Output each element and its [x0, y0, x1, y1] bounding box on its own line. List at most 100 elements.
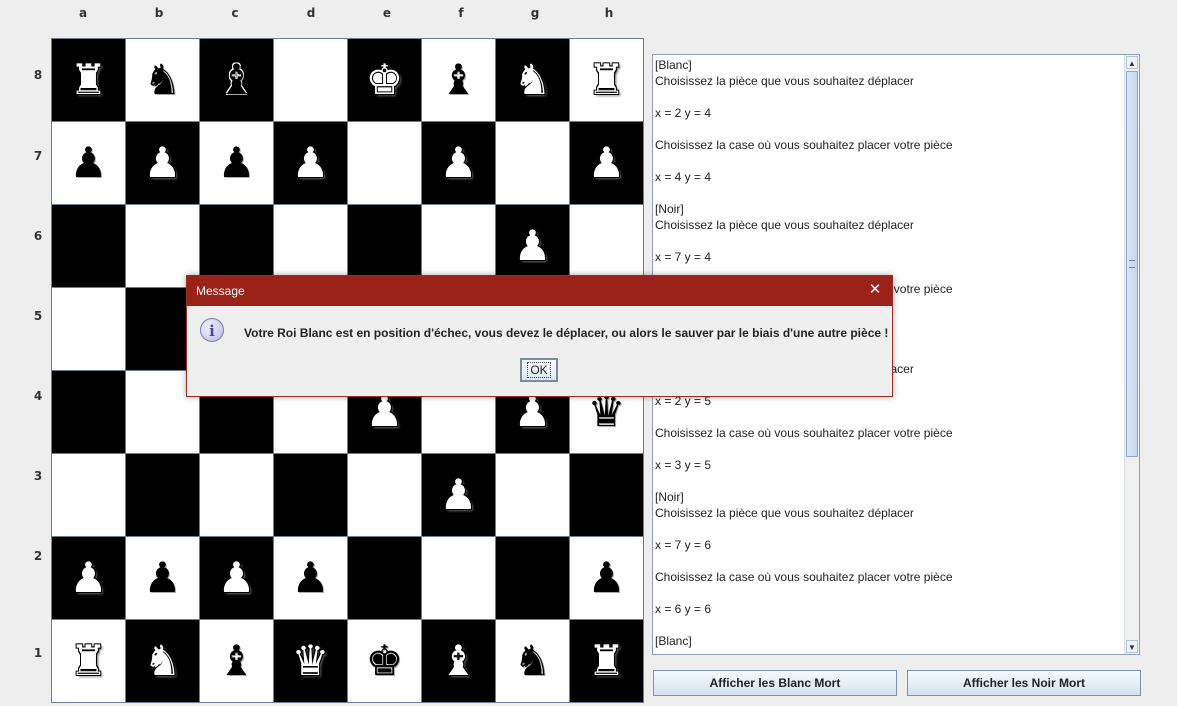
log-line: x = 6 y = 6 [655, 602, 712, 616]
square-c3[interactable] [199, 453, 274, 537]
show-dead-black-button[interactable]: Afficher les Noir Mort [907, 670, 1141, 696]
square-f8[interactable]: ♝ [421, 38, 496, 122]
log-line: Choisissez la case où vous souhaitez pla… [655, 426, 953, 440]
log-line: [Blanc] [655, 58, 692, 72]
square-h2[interactable]: ♟ [569, 536, 644, 620]
file-label-g: g [530, 6, 540, 20]
log-line: x = 7 y = 6 [655, 538, 712, 552]
square-f1[interactable]: ♝ [421, 619, 496, 703]
square-c1[interactable]: ♝ [199, 619, 274, 703]
white-rook-icon: ♜ [69, 636, 108, 685]
square-a4[interactable] [51, 370, 126, 454]
white-rook-icon: ♜ [69, 55, 108, 104]
square-e1[interactable]: ♚ [347, 619, 422, 703]
file-label-a: a [78, 6, 88, 20]
square-a3[interactable] [51, 453, 126, 537]
white-pawn-icon: ♟ [291, 138, 330, 187]
square-g7[interactable] [495, 121, 570, 205]
square-a1[interactable]: ♜ [51, 619, 126, 703]
log-line: Choisissez la pièce que vous souhaitez d… [655, 506, 914, 520]
square-g8[interactable]: ♞ [495, 38, 570, 122]
square-d1[interactable]: ♛ [273, 619, 348, 703]
square-h3[interactable] [569, 453, 644, 537]
square-c8[interactable]: ♝ [199, 38, 274, 122]
dialog-titlebar[interactable]: Message ✕ [187, 276, 892, 306]
black-pawn-icon: ♟ [291, 553, 330, 602]
square-e8[interactable]: ♚ [347, 38, 422, 122]
log-line: x = 7 y = 4 [655, 250, 712, 264]
square-b3[interactable] [125, 453, 200, 537]
square-a5[interactable] [51, 287, 126, 371]
square-h7[interactable]: ♟ [569, 121, 644, 205]
close-icon[interactable]: ✕ [866, 281, 884, 299]
white-knight-icon: ♞ [513, 55, 552, 104]
white-pawn-icon: ♟ [365, 387, 404, 436]
square-h8[interactable]: ♜ [569, 38, 644, 122]
file-label-d: d [306, 6, 316, 20]
white-pawn-icon: ♟ [143, 138, 182, 187]
square-b1[interactable]: ♞ [125, 619, 200, 703]
ok-button[interactable]: OK [520, 358, 558, 382]
black-knight-icon: ♞ [143, 55, 182, 104]
square-b7[interactable]: ♟ [125, 121, 200, 205]
square-c7[interactable]: ♟ [199, 121, 274, 205]
square-b8[interactable]: ♞ [125, 38, 200, 122]
square-c2[interactable]: ♟ [199, 536, 274, 620]
rank-label-5: 5 [33, 309, 43, 323]
square-e7[interactable] [347, 121, 422, 205]
white-pawn-icon: ♟ [439, 138, 478, 187]
show-dead-white-button[interactable]: Afficher les Blanc Mort [653, 670, 897, 696]
square-a2[interactable]: ♟ [51, 536, 126, 620]
square-e3[interactable] [347, 453, 422, 537]
square-g1[interactable]: ♞ [495, 619, 570, 703]
square-g3[interactable] [495, 453, 570, 537]
white-pawn-icon: ♟ [439, 470, 478, 519]
white-king-icon: ♚ [365, 55, 404, 104]
file-label-c: c [231, 6, 239, 20]
white-queen-icon: ♛ [291, 636, 330, 685]
black-queen-icon: ♛ [587, 387, 626, 436]
square-h1[interactable]: ♜ [569, 619, 644, 703]
square-g2[interactable] [495, 536, 570, 620]
log-line: Choisissez la case où vous souhaitez pla… [655, 138, 953, 152]
square-d8[interactable] [273, 38, 348, 122]
log-line: [Noir] [655, 202, 684, 216]
black-king-icon: ♚ [365, 636, 404, 685]
scroll-down-icon[interactable]: ▼ [1126, 640, 1138, 653]
dialog-message: Votre Roi Blanc est en position d'échec,… [244, 326, 889, 340]
square-b2[interactable]: ♟ [125, 536, 200, 620]
log-line: Choisissez la pièce que vous souhaitez d… [655, 74, 914, 88]
square-a6[interactable] [51, 204, 126, 288]
rank-label-2: 2 [33, 549, 43, 563]
square-d3[interactable] [273, 453, 348, 537]
white-bishop-icon: ♝ [439, 636, 478, 685]
square-a8[interactable]: ♜ [51, 38, 126, 122]
white-rook-icon: ♜ [587, 55, 626, 104]
scroll-up-icon[interactable]: ▲ [1126, 56, 1138, 69]
log-scrollbar[interactable]: ▲ ▼ [1124, 55, 1139, 654]
log-line: x = 4 y = 4 [655, 170, 712, 184]
square-e2[interactable] [347, 536, 422, 620]
scroll-thumb[interactable] [1126, 71, 1138, 457]
square-d7[interactable]: ♟ [273, 121, 348, 205]
rank-label-6: 6 [33, 229, 43, 243]
log-line: Choisissez la pièce que vous souhaitez d… [655, 218, 914, 232]
white-pawn-icon: ♟ [513, 221, 552, 270]
black-pawn-icon: ♟ [587, 553, 626, 602]
square-d2[interactable]: ♟ [273, 536, 348, 620]
black-pawn-icon: ♟ [143, 553, 182, 602]
square-f3[interactable]: ♟ [421, 453, 496, 537]
rank-label-7: 7 [33, 149, 43, 163]
square-f7[interactable]: ♟ [421, 121, 496, 205]
square-a7[interactable]: ♟ [51, 121, 126, 205]
dialog-title: Message [196, 284, 245, 298]
square-f2[interactable] [421, 536, 496, 620]
